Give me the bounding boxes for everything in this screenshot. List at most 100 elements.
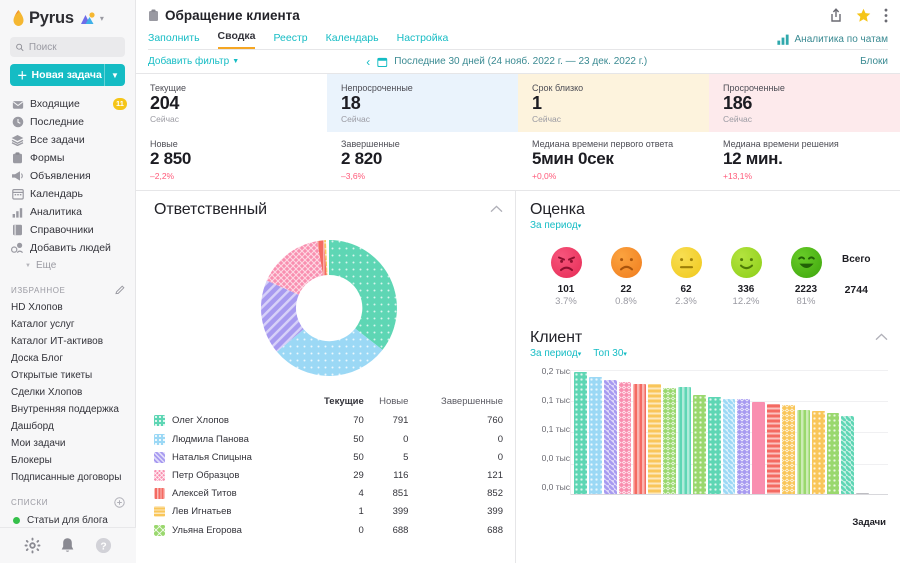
chart-bar[interactable] <box>811 411 825 495</box>
date-range-selector[interactable]: ‹ Последние 30 дней (24 нояб. 2022 г. — … <box>366 55 647 69</box>
sidebar-item-announcements[interactable]: Объявления <box>0 167 135 185</box>
chart-bar[interactable] <box>633 383 647 495</box>
add-list-icon[interactable] <box>114 497 125 508</box>
chart-bar[interactable] <box>618 382 632 495</box>
favorite-item[interactable]: HD Хлопов <box>0 299 135 316</box>
rating-period-filter[interactable]: За период▾ <box>530 220 581 231</box>
chat-analytics-link[interactable]: Аналитика по чатам <box>776 34 888 45</box>
favorite-item[interactable]: Мои задачи <box>0 435 135 452</box>
rating-face-sad[interactable]: 22 0.8% <box>596 246 656 307</box>
rating-face-angry[interactable]: 101 3.7% <box>536 246 596 307</box>
sidebar-item-label: Добавить людей <box>30 242 111 254</box>
chart-bar[interactable] <box>782 404 795 495</box>
search-input[interactable] <box>10 37 125 57</box>
chart-bar[interactable] <box>796 410 810 495</box>
kpi-card-median-resolution[interactable]: Медиана времени решения 12 мин. +13,1% <box>709 132 900 189</box>
workspace-chevron-icon[interactable]: ▾ <box>100 14 104 23</box>
sidebar-item-calendar[interactable]: Календарь <box>0 185 135 203</box>
y-tick-label: 0,2 тыс <box>541 365 570 376</box>
more-icon[interactable] <box>884 8 888 23</box>
chart-bar[interactable] <box>841 416 855 495</box>
chart-bar[interactable] <box>722 398 736 495</box>
table-row[interactable]: Ульяна Егорова 0 688 688 <box>154 521 503 539</box>
favorite-item[interactable]: Каталог ИТ-активов <box>0 333 135 350</box>
tab-summary[interactable]: Сводка <box>217 30 256 49</box>
tab-fill[interactable]: Заполнить <box>148 32 200 49</box>
tab-calendar[interactable]: Календарь <box>326 32 379 49</box>
rating-pct: 81% <box>796 295 816 307</box>
chart-bar[interactable] <box>678 387 691 495</box>
kpi-card-not-overdue[interactable]: Непросроченные 18 Сейчас <box>327 74 518 133</box>
rating-face-laughing[interactable]: 2223 81% <box>776 246 836 307</box>
search-field[interactable] <box>28 41 119 53</box>
sidebar-item-analytics[interactable]: Аналитика <box>0 203 135 221</box>
chart-bar[interactable] <box>707 396 721 495</box>
new-task-dropdown-icon[interactable]: ▼ <box>105 71 125 80</box>
blocks-button[interactable]: Блоки <box>860 56 888 67</box>
sidebar-item-directories[interactable]: Справочники <box>0 221 135 239</box>
client-period-filter[interactable]: За период▾ <box>530 348 581 359</box>
prev-period-arrow[interactable]: ‹ <box>366 55 370 69</box>
sidebar-item-all-tasks[interactable]: Все задачи <box>0 131 135 149</box>
sidebar-item-recent[interactable]: Последние <box>0 113 135 131</box>
star-icon[interactable] <box>856 8 871 23</box>
share-icon[interactable] <box>829 8 843 23</box>
table-row[interactable]: Олег Хлопов 70 791 760 <box>154 412 503 430</box>
rating-face-neutral[interactable]: 62 2.3% <box>656 246 716 307</box>
kpi-card-current[interactable]: Текущие 204 Сейчас <box>136 74 327 133</box>
kpi-card-completed[interactable]: Завершенные 2 820 –3,6% <box>327 132 518 189</box>
bell-icon[interactable] <box>60 537 75 554</box>
sidebar-item-forms[interactable]: Формы <box>0 149 135 167</box>
tab-registry[interactable]: Реестр <box>273 32 307 49</box>
favorite-item[interactable]: Доска Блог <box>0 350 135 367</box>
sidebar-more-button[interactable]: ▼ Еще <box>0 257 135 274</box>
client-top-filter[interactable]: Топ 30▾ <box>593 348 627 359</box>
sidebar-item-inbox[interactable]: Входящие 11 <box>0 95 135 113</box>
sidebar-item-add-people[interactable]: Добавить людей <box>0 239 135 257</box>
gear-icon[interactable] <box>24 537 41 554</box>
table-row[interactable]: Людмила Панова 50 0 0 <box>154 430 503 448</box>
chart-bar[interactable] <box>588 377 602 495</box>
favorite-item[interactable]: Блокеры <box>0 452 135 469</box>
y-tick-label: 0,0 тыс <box>541 453 570 464</box>
kpi-label: Срок близко <box>532 83 584 93</box>
add-filter-button[interactable]: Добавить фильтр ▼ <box>148 56 239 67</box>
collapse-chevron-icon[interactable] <box>875 329 888 341</box>
favorite-item[interactable]: Подписанные договоры <box>0 469 135 486</box>
favorite-item[interactable]: Внутренняя поддержка <box>0 401 135 418</box>
help-icon[interactable]: ? <box>95 537 112 554</box>
new-task-button[interactable]: ＋ Новая задача ▼ <box>10 64 125 86</box>
favorite-item[interactable]: Дашборд <box>0 418 135 435</box>
workspace-avatar[interactable] <box>80 11 95 26</box>
edit-favorites-icon[interactable] <box>115 285 125 295</box>
kpi-card-new[interactable]: Новые 2 850 –2,2% <box>136 132 327 189</box>
kpi-label: Новые <box>150 139 178 150</box>
table-row[interactable]: Петр Образцов 29 116 121 <box>154 466 503 484</box>
rating-face-happy[interactable]: 336 12.2% <box>716 246 776 307</box>
brand-logo[interactable]: Pyrus ▾ <box>0 0 135 34</box>
chart-bar[interactable] <box>752 402 766 495</box>
chart-bar[interactable] <box>692 394 706 495</box>
chart-bar[interactable] <box>648 384 662 495</box>
chart-bar[interactable] <box>603 379 617 495</box>
chart-bar[interactable] <box>826 412 840 495</box>
favorite-item[interactable]: Открытые тикеты <box>0 367 135 384</box>
collapse-chevron-icon[interactable] <box>490 201 503 213</box>
chart-bar[interactable] <box>737 399 751 495</box>
chart-bar[interactable] <box>767 404 781 495</box>
favorite-item[interactable]: Каталог услуг <box>0 316 135 333</box>
table-row[interactable]: Наталья Спицына 50 5 0 <box>154 448 503 466</box>
kpi-label: Медиана времени решения <box>723 139 839 150</box>
kpi-card-overdue[interactable]: Просроченные 186 Сейчас <box>709 74 900 133</box>
favorite-item[interactable]: Сделки Хлопов <box>0 384 135 401</box>
chevron-down-icon: ▾ <box>623 350 627 358</box>
chart-x-label: Задачи <box>852 516 886 528</box>
table-row[interactable]: Лев Игнатьев 1 399 399 <box>154 503 503 521</box>
table-row[interactable]: Алексей Титов 4 851 852 <box>154 485 503 503</box>
chart-bar[interactable] <box>574 372 587 495</box>
kpi-card-due-soon[interactable]: Срок близко 1 Сейчас <box>518 74 709 133</box>
kpi-card-median-first-reply[interactable]: Медиана времени первого ответа 5мин 0сек… <box>518 132 709 189</box>
chart-bar[interactable] <box>663 387 677 495</box>
tab-settings[interactable]: Настройка <box>397 32 449 49</box>
client-bar-chart: 0,2 тыс 0,1 тыс 0,1 тыс 0,0 тыс 0,0 тыс <box>530 365 888 495</box>
